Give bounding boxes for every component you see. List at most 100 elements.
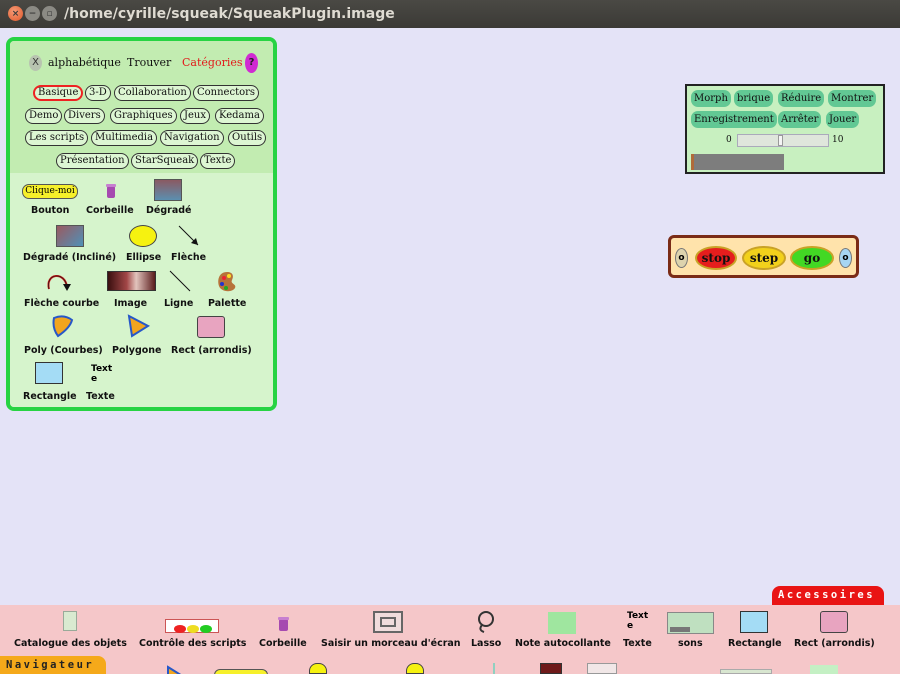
help-button[interactable]: ? [245, 53, 258, 73]
bottom-label-saisir-ecran: Saisir un morceau d'écran [321, 638, 461, 649]
category-presentation[interactable]: Présentation [56, 153, 129, 169]
item-label-palette: Palette [208, 298, 247, 309]
window-maximize-button[interactable]: ▫ [42, 6, 57, 21]
slider-max-label: 10 [832, 135, 844, 145]
category-outils[interactable]: Outils [228, 130, 267, 146]
image-icon[interactable] [540, 663, 562, 674]
play-button[interactable]: Jouer [826, 111, 860, 128]
curved-polygon-icon[interactable] [50, 314, 76, 338]
item-label-texte: Texte [86, 391, 115, 402]
rectangle-icon[interactable] [740, 611, 768, 633]
category-graphiques[interactable]: Graphiques [110, 108, 177, 124]
category-3d[interactable]: 3-D [85, 85, 111, 101]
categories-button[interactable]: Catégories [182, 56, 243, 69]
item-label-ligne: Ligne [164, 298, 194, 309]
ellipse-icon-2[interactable] [406, 663, 424, 674]
category-multimedia[interactable]: Multimedia [91, 130, 158, 146]
script-control-icon[interactable] [165, 619, 219, 633]
bottom-label-sons: sons [678, 638, 703, 649]
window-title-bar[interactable]: × − ▫ /home/cyrille/squeak/SqueakPlugin.… [0, 0, 900, 28]
bottom-label-rectangle: Rectangle [728, 638, 782, 649]
category-divers[interactable]: Divers [64, 108, 105, 124]
brique-button[interactable]: brique [734, 90, 774, 107]
object-catalog-icon[interactable] [63, 611, 77, 631]
montrer-button[interactable]: Montrer [828, 90, 877, 107]
stop-button[interactable]: stop [695, 246, 737, 270]
minimize-icon: − [28, 8, 37, 19]
category-jeux[interactable]: Jeux [180, 108, 211, 124]
sticky-note-icon[interactable] [548, 612, 576, 634]
close-icon: × [11, 8, 20, 19]
stop-record-button[interactable]: Arrêter [778, 111, 822, 128]
item-label-bouton: Bouton [31, 205, 70, 216]
flap-close-button[interactable]: X [29, 55, 42, 71]
category-collaboration[interactable]: Collaboration [114, 85, 191, 101]
bottom-label-texte: Texte [623, 638, 652, 649]
line-icon[interactable] [168, 269, 192, 293]
trash-icon[interactable] [278, 616, 289, 632]
morph-button[interactable]: Morph [691, 90, 731, 107]
button-sample[interactable]: Clique-moi [22, 184, 78, 199]
trash-icon[interactable] [106, 183, 116, 199]
collapse-icon[interactable]: o [675, 248, 688, 268]
ellipse-icon[interactable] [309, 663, 327, 674]
alphabetic-button[interactable]: alphabétique [48, 56, 121, 69]
divider-icon [493, 663, 495, 674]
note-icon[interactable] [810, 665, 838, 674]
supplies-flap[interactable]: X alphabétique Trouver Catégories ? Basi… [6, 37, 277, 411]
item-label-poly-courbes: Poly (Courbes) [24, 345, 103, 356]
category-les-scripts[interactable]: Les scripts [25, 130, 89, 146]
arrow-icon[interactable] [176, 223, 202, 249]
category-connectors[interactable]: Connectors [193, 85, 260, 101]
ellipse-icon[interactable] [129, 225, 157, 247]
slider-thumb[interactable] [778, 135, 783, 146]
level-meter-fill [691, 154, 694, 170]
button-icon[interactable] [214, 669, 268, 674]
screen-grab-icon[interactable] [373, 611, 403, 633]
polygon-icon[interactable] [125, 314, 151, 338]
screen-grab-inner-icon [380, 617, 396, 627]
stop-step-go-controller[interactable]: o stop step go o [668, 235, 859, 278]
category-kedama[interactable]: Kedama [215, 108, 264, 124]
sound-recorder-panel[interactable]: Morph brique Réduire Montrer Enregistrem… [685, 84, 885, 174]
bottom-label-catalogue: Catalogue des objets [14, 638, 127, 649]
bottom-label-controle-scripts: Contrôle des scripts [139, 638, 247, 649]
maximize-icon: ▫ [46, 8, 53, 19]
category-starsqueak[interactable]: StarSqueak [131, 153, 199, 169]
level-meter [691, 154, 784, 170]
window-minimize-button[interactable]: − [25, 6, 40, 21]
item-label-rectangle: Rectangle [23, 391, 77, 402]
go-button[interactable]: go [790, 246, 834, 270]
navigateur-tab[interactable]: Navigateur [0, 656, 106, 674]
gradient-icon[interactable] [154, 179, 182, 201]
accessoires-tab[interactable]: Accessoires [772, 586, 884, 605]
find-button[interactable]: Trouver [127, 56, 171, 69]
category-list: Basique 3-D Collaboration Connectors Dem… [10, 81, 273, 173]
reduire-button[interactable]: Réduire [778, 90, 825, 107]
tilted-gradient-icon[interactable] [56, 225, 84, 247]
sounds-icon[interactable] [667, 612, 714, 634]
image-icon[interactable] [107, 271, 156, 291]
accessories-flap[interactable]: Catalogue des objets Contrôle des script… [0, 605, 900, 674]
window-close-button[interactable]: × [8, 6, 23, 21]
rounded-rect-icon[interactable] [820, 611, 848, 633]
palette-icon[interactable] [216, 270, 238, 294]
record-button[interactable]: Enregistrement [691, 111, 777, 128]
curved-arrow-icon[interactable] [43, 269, 73, 293]
category-navigation[interactable]: Navigation [160, 130, 224, 146]
lasso-icon[interactable] [476, 610, 496, 634]
blank-icon[interactable] [587, 663, 617, 674]
rounded-rect-icon[interactable] [197, 316, 225, 338]
polygon-icon[interactable] [166, 662, 186, 674]
text-icon[interactable]: Text e [627, 611, 651, 631]
text-sample[interactable]: Text e [91, 364, 113, 384]
category-basique[interactable]: Basique [33, 85, 84, 101]
step-button[interactable]: step [742, 246, 786, 270]
sounds-meter-icon [670, 627, 690, 632]
rectangle-icon[interactable] [35, 362, 63, 384]
category-texte[interactable]: Texte [200, 153, 236, 169]
widget-icon[interactable] [720, 669, 772, 674]
category-demo[interactable]: Demo [25, 108, 63, 124]
tick-rate-icon[interactable]: o [839, 248, 852, 268]
level-slider[interactable] [737, 134, 829, 147]
